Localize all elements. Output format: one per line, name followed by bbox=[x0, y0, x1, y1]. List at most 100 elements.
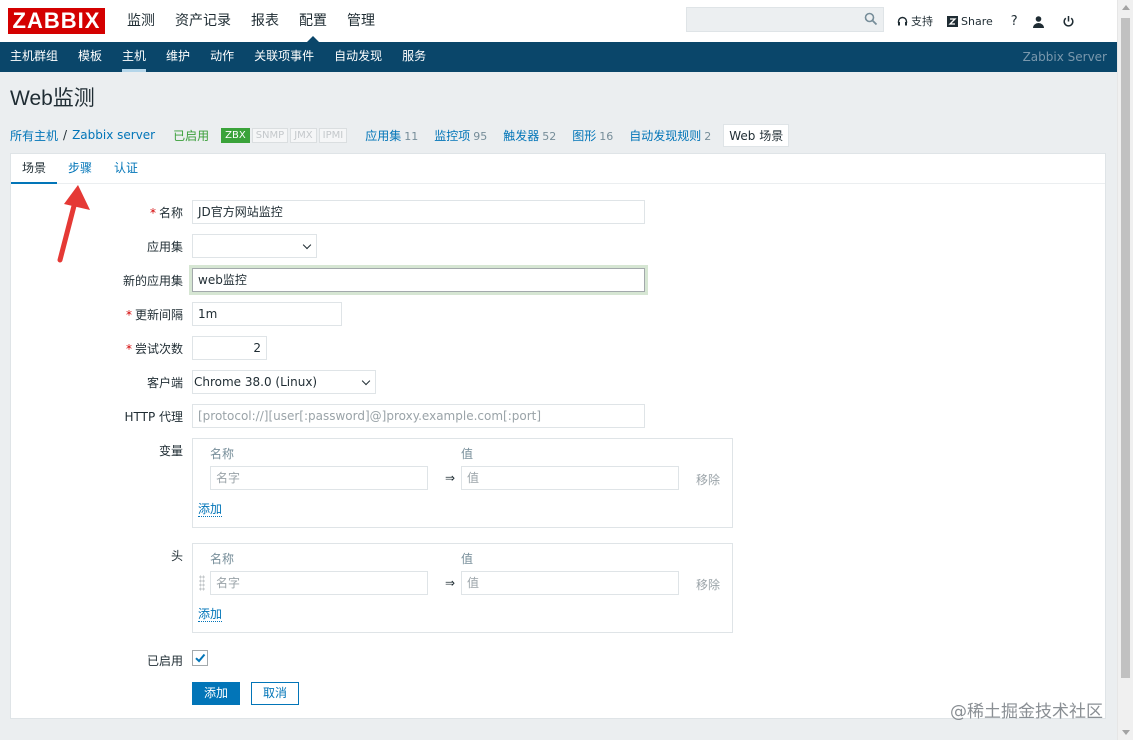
profile-link[interactable] bbox=[1032, 15, 1048, 28]
subnav-host-groups[interactable]: 主机群组 bbox=[0, 42, 68, 72]
required-marker: * bbox=[125, 342, 132, 356]
attempts-label: * 尝试次数 bbox=[11, 340, 183, 357]
headers-label: 头 bbox=[170, 549, 183, 563]
support-label: 支持 bbox=[911, 15, 933, 28]
proxy-label: HTTP 代理 bbox=[124, 410, 183, 424]
search-icon[interactable] bbox=[864, 12, 878, 26]
share-label: Share bbox=[961, 14, 993, 28]
header-remove-button[interactable]: 移除 bbox=[696, 576, 720, 593]
menu-configuration[interactable]: 配置 bbox=[289, 0, 337, 42]
link-triggers[interactable]: 触发器 52 bbox=[503, 127, 556, 144]
scroll-down-icon[interactable] bbox=[1122, 730, 1130, 735]
enabled-checkbox[interactable] bbox=[192, 650, 208, 666]
link-applications[interactable]: 应用集 11 bbox=[365, 127, 418, 144]
badge-snmp: SNMP bbox=[251, 127, 289, 143]
variable-remove-button[interactable]: 移除 bbox=[696, 471, 720, 488]
top-header: ZABBIX 监测 资产记录 报表 配置 管理 支持 Share ? bbox=[0, 0, 1117, 42]
top-links: 支持 Share ? bbox=[897, 0, 1092, 42]
link-applications-label: 应用集 bbox=[365, 128, 402, 143]
zabbix-logo[interactable]: ZABBIX bbox=[8, 8, 105, 34]
share-z-icon bbox=[947, 15, 958, 27]
attempts-label-text: 尝试次数 bbox=[134, 342, 183, 356]
link-graphs[interactable]: 图形 16 bbox=[572, 127, 613, 144]
arrow-icon: ⇒ bbox=[445, 576, 456, 590]
proxy-field[interactable]: [protocol://][user[:password]@]proxy.exa… bbox=[192, 404, 645, 428]
arrow-icon: ⇒ bbox=[445, 471, 456, 485]
subnav-services[interactable]: 服务 bbox=[392, 42, 436, 72]
subnav-discovery[interactable]: 自动发现 bbox=[324, 42, 392, 72]
menu-monitoring[interactable]: 监测 bbox=[117, 0, 165, 42]
variables-label: 变量 bbox=[158, 444, 183, 458]
add-button[interactable]: 添加 bbox=[192, 682, 240, 705]
link-graphs-count: 16 bbox=[599, 129, 614, 143]
badge-zbx: ZBX bbox=[221, 127, 250, 143]
watermark: @稀土掘金技术社区 bbox=[950, 702, 1103, 722]
required-marker: * bbox=[125, 308, 132, 322]
variables-col-value: 值 bbox=[461, 447, 474, 461]
logout-link[interactable] bbox=[1062, 15, 1078, 28]
link-graphs-label: 图形 bbox=[572, 128, 597, 143]
header-value-field[interactable]: 值 bbox=[461, 571, 679, 595]
menu-inventory[interactable]: 资产记录 bbox=[165, 0, 241, 42]
link-applications-count: 11 bbox=[404, 129, 419, 143]
header-name-field[interactable]: 名字 bbox=[210, 571, 428, 595]
variable-name-field[interactable]: 名字 bbox=[210, 466, 428, 490]
help-link[interactable]: ? bbox=[1011, 14, 1018, 29]
breadcrumb-host[interactable]: Zabbix server bbox=[72, 128, 155, 142]
name-label-text: 名称 bbox=[158, 206, 183, 220]
breadcrumb: 所有主机 / Zabbix server 已启用 ZBX SNMP JMX IP… bbox=[10, 123, 790, 147]
variables-col-name: 名称 bbox=[210, 447, 235, 461]
subnav-correlation[interactable]: 关联项事件 bbox=[244, 42, 324, 72]
subnav-actions[interactable]: 动作 bbox=[200, 42, 244, 72]
link-items-count: 95 bbox=[473, 129, 488, 143]
link-items-label: 监控项 bbox=[434, 128, 471, 143]
web-scenario-form: 场景 步骤 认证 * 名称 JD官方网站监控 应用集 新的应用集 web监控 * 更… bbox=[10, 153, 1106, 719]
breadcrumb-current: Web 场景 bbox=[723, 123, 790, 147]
subnav-templates[interactable]: 模板 bbox=[68, 42, 112, 72]
menu-reports[interactable]: 报表 bbox=[241, 0, 289, 42]
page-title: Web监测 bbox=[10, 87, 95, 110]
header-add-button[interactable]: 添加 bbox=[198, 607, 223, 622]
link-discovery-rules[interactable]: 自动发现规则 2 bbox=[629, 127, 711, 144]
cancel-button[interactable]: 取消 bbox=[251, 682, 299, 705]
variable-value-field[interactable]: 值 bbox=[461, 466, 679, 490]
scroll-up-icon[interactable] bbox=[1122, 5, 1130, 10]
application-select[interactable] bbox=[192, 234, 317, 258]
interval-label-text: 更新间隔 bbox=[134, 308, 183, 322]
breadcrumb-separator: / bbox=[63, 128, 68, 142]
support-link[interactable]: 支持 bbox=[897, 13, 933, 29]
link-items[interactable]: 监控项 95 bbox=[434, 127, 487, 144]
share-link[interactable]: Share bbox=[947, 15, 993, 28]
scrollbar-thumb[interactable] bbox=[1121, 18, 1130, 678]
new-application-label: 新的应用集 bbox=[122, 274, 183, 288]
drag-handle-icon[interactable] bbox=[199, 575, 205, 591]
subnav-maintenance[interactable]: 维护 bbox=[156, 42, 200, 72]
host-status[interactable]: 已启用 bbox=[173, 127, 209, 144]
form-tabs: 场景 步骤 认证 bbox=[11, 154, 1105, 184]
availability-badges: ZBX SNMP JMX IPMI bbox=[221, 127, 349, 143]
new-application-field[interactable]: web监控 bbox=[192, 268, 645, 292]
agent-select[interactable]: Chrome 38.0 (Linux) bbox=[192, 370, 376, 394]
checkmark-icon bbox=[195, 653, 206, 663]
link-triggers-label: 触发器 bbox=[503, 128, 540, 143]
tab-steps[interactable]: 步骤 bbox=[57, 154, 103, 183]
interval-field[interactable]: 1m bbox=[192, 302, 342, 326]
search-input[interactable] bbox=[686, 7, 884, 32]
interval-label: * 更新间隔 bbox=[11, 306, 183, 323]
tab-authentication[interactable]: 认证 bbox=[103, 154, 149, 183]
subnav-hosts[interactable]: 主机 bbox=[112, 42, 156, 72]
name-field[interactable]: JD官方网站监控 bbox=[192, 200, 645, 224]
attempts-field[interactable]: 2 bbox=[192, 336, 267, 360]
variable-add-button[interactable]: 添加 bbox=[198, 502, 223, 517]
tab-scenario[interactable]: 场景 bbox=[11, 154, 58, 184]
variables-table: 名称 值 名字 ⇒ 值 移除 添加 bbox=[192, 438, 733, 528]
headers-table: 名称 值 名字 ⇒ 值 移除 添加 bbox=[192, 543, 733, 633]
breadcrumb-all-hosts[interactable]: 所有主机 bbox=[10, 127, 58, 144]
headers-col-name: 名称 bbox=[210, 552, 235, 566]
annotation-arrow-icon bbox=[57, 185, 90, 263]
link-discovery-rules-count: 2 bbox=[704, 129, 712, 143]
vertical-scrollbar[interactable] bbox=[1117, 0, 1133, 740]
required-marker: * bbox=[149, 206, 156, 220]
power-icon bbox=[1063, 15, 1074, 27]
menu-administration[interactable]: 管理 bbox=[337, 0, 385, 42]
